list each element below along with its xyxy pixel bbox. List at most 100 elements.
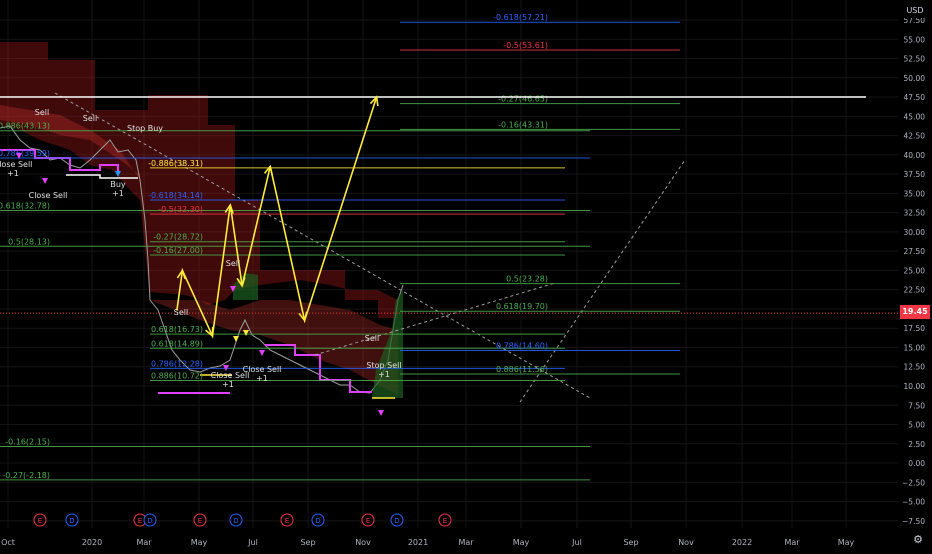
x-tick-label: Mar [458, 538, 474, 547]
signal-label-sell: Sell [365, 334, 379, 343]
y-tick-label: 52.50 [904, 55, 926, 64]
signal-label-close: +1 [222, 380, 234, 389]
event-marker-label: D [315, 517, 320, 525]
signal-label-close: +1 [256, 374, 268, 383]
y-tick-label: −7.50 [902, 517, 925, 526]
x-tick-label: Jul [571, 538, 582, 547]
signal-label-sell: Sell [83, 114, 97, 123]
y-tick-label: 40.00 [904, 151, 926, 160]
y-tick-label: 5.00 [908, 421, 925, 430]
y-tick-label: 45.00 [904, 112, 926, 121]
y-tick-label: 7.50 [908, 401, 925, 410]
y-tick-label: 25.00 [904, 266, 926, 275]
y-tick-label: 47.50 [904, 93, 926, 102]
event-marker-label: D [394, 517, 399, 525]
fib-level-left-label: 0.5(28.13) [8, 237, 50, 246]
y-tick-label: −5.00 [902, 498, 925, 507]
y-tick-label: 12.50 [904, 363, 926, 372]
x-tick-label: May [191, 538, 208, 547]
fib-level-left-label: -0.16(2.15) [5, 437, 50, 446]
fib-level-right-label: -0.16(43.31) [498, 120, 548, 129]
signal-label-stop: +1 [378, 370, 390, 379]
signal-label-stop: Stop Buy [127, 124, 163, 133]
fib-level-middle-label: -0.16(27.00) [153, 246, 203, 255]
x-tick-label: Sep [300, 538, 315, 547]
x-tick-label: 2020 [82, 538, 102, 547]
price-chart[interactable]: 0.886(43.13) 0.786(39.59) 0.618(32.78) 0.5(… [0, 0, 932, 550]
x-tick-label: Sep [623, 538, 638, 547]
fib-level-right-label: -0.27(46.65) [498, 95, 548, 104]
fib-level-right-label: 0.618(19.70) [496, 302, 548, 311]
x-tick-label: Oct [1, 538, 15, 547]
event-marker-label: D [69, 517, 74, 525]
event-marker-label: D [233, 517, 238, 525]
fib-level-right-label: 0.5(23.28) [506, 275, 548, 284]
currency-label: USD [900, 4, 930, 18]
y-tick-label: 22.50 [904, 286, 926, 295]
x-tick-label: Mar [136, 538, 152, 547]
signal-marker [259, 350, 265, 356]
event-marker-label: E [366, 517, 370, 525]
fib-level-lower-label: 0.618(16.73) [151, 325, 203, 334]
x-tick-label: May [513, 538, 530, 547]
fib-level-lower-label: 0.886(10.72) [151, 371, 203, 380]
event-marker-label: D [147, 517, 152, 525]
y-tick-label: 10.00 [904, 382, 926, 391]
y-tick-label: 27.50 [904, 247, 926, 256]
fib-level-middle-label: -0.5(32.30) [158, 205, 203, 214]
signal-marker [42, 178, 48, 184]
chart-canvas[interactable]: 0.886(43.13) 0.786(39.59) 0.618(32.78) 0.5(… [0, 0, 932, 550]
fib-level-middle-label: -0.618(34.14) [148, 191, 203, 200]
signal-marker [233, 336, 239, 342]
event-marker-label: E [198, 517, 202, 525]
fib-level-left-label: 0.618(32.78) [0, 201, 50, 210]
fib-level-right-label: 0.886(11.56) [496, 365, 548, 374]
last-price-badge: 19.45 [900, 305, 930, 319]
y-tick-label: 55.00 [904, 35, 926, 44]
y-tick-label: 15.00 [904, 343, 926, 352]
fib-level-left-label: 0.786(39.59) [0, 149, 50, 158]
y-tick-label: 50.00 [904, 74, 926, 83]
fib-level-left-label: -0.27(-2.18) [2, 471, 50, 480]
signal-label-close: Close Sell [243, 365, 282, 374]
x-tick-label: Jul [247, 538, 258, 547]
signal-label-sell: Sell [226, 259, 240, 268]
x-tick-label: Nov [355, 538, 371, 547]
signal-label-buy: +1 [112, 189, 124, 198]
fib-level-lower-label: 0.618(14.89) [151, 339, 203, 348]
signal-label-stop: Stop Sell [366, 361, 401, 370]
fib-level-middle-label: -0.886(38.31) [148, 159, 203, 168]
signal-label-sell: Sell [174, 308, 188, 317]
x-tick-label: May [838, 538, 855, 547]
y-tick-label: 32.50 [904, 209, 926, 218]
signal-label-buy: Buy [110, 180, 126, 189]
y-tick-label: 2.50 [908, 440, 925, 449]
y-tick-label: 37.50 [904, 170, 926, 179]
y-tick-label: 30.00 [904, 228, 926, 237]
signal-marker [378, 410, 384, 416]
y-tick-label: 17.50 [904, 324, 926, 333]
fib-level-right-label: -0.618(57.21) [493, 13, 548, 22]
event-marker-label: E [38, 517, 42, 525]
x-tick-label: 2021 [408, 538, 428, 547]
signal-label-sell: Sell [35, 108, 49, 117]
signal-label-close: +1 [7, 169, 19, 178]
fib-level-middle-label: -0.27(28.72) [153, 233, 203, 242]
y-tick-label: −2.50 [902, 478, 925, 487]
fib-level-lower-label: 0.786(12.28) [151, 359, 203, 368]
x-tick-label: 2022 [732, 538, 752, 547]
y-tick-label: 42.50 [904, 132, 926, 141]
fib-level-right-label: 0.786(14.60) [496, 342, 548, 351]
fib-level-right-label: -0.5(53.61) [503, 41, 548, 50]
event-marker-label: E [443, 517, 447, 525]
fib-level-left-label: 0.886(43.13) [0, 122, 50, 131]
event-marker-label: E [285, 517, 289, 525]
x-tick-label: Mar [784, 538, 800, 547]
signal-label-close: Close Sell [29, 191, 68, 200]
y-tick-label: 35.00 [904, 189, 926, 198]
signal-label-close: Close Sell [0, 160, 32, 169]
y-tick-label: 0.00 [908, 459, 925, 468]
event-marker-label: E [138, 517, 142, 525]
gear-icon[interactable]: ⚙ [906, 532, 930, 548]
x-tick-label: Nov [678, 538, 694, 547]
